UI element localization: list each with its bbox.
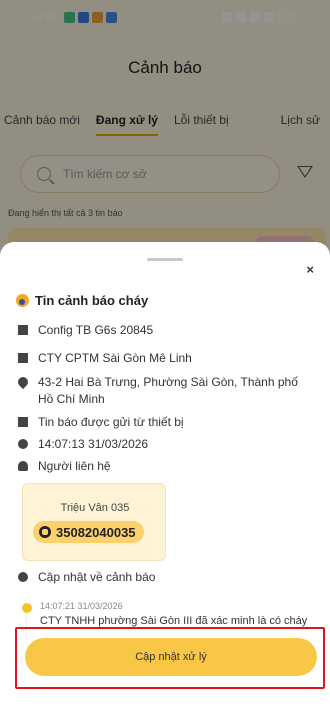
call-button[interactable]: 35082040035 <box>33 521 144 543</box>
close-icon[interactable]: × <box>306 262 314 277</box>
contact-name: Triệu Vân 035 <box>60 502 130 514</box>
device-name: Config TB G6s 20845 <box>38 323 154 337</box>
sheet-title-text: Tin cảnh báo cháy <box>35 293 149 308</box>
company-row: CTY CPTM Sài Gòn Mê Linh <box>18 350 308 367</box>
address-row: 43-2 Hai Bà Trưng, Phường Sài Gòn, Thành… <box>15 374 308 408</box>
address-text: 43-2 Hai Bà Trưng, Phường Sài Gòn, Thành… <box>38 375 298 406</box>
contact-label: Người liên hệ <box>38 459 111 473</box>
person-icon <box>18 461 28 471</box>
source-text: Tin báo được gửi từ thiết bị <box>38 415 184 429</box>
datetime-row: 14:07:13 31/03/2026 <box>18 436 308 453</box>
source-row: Tin báo được gửi từ thiết bị <box>18 414 308 431</box>
phone-icon <box>39 526 51 538</box>
device-icon <box>18 325 28 335</box>
update-processing-button[interactable]: Cập nhật xử lý <box>25 638 317 676</box>
updates-header-row: Cập nhật về cảnh báo <box>18 569 308 586</box>
fire-icon <box>16 294 29 307</box>
clock-icon <box>18 439 28 449</box>
update-time: 14:07:21 31/03/2026 <box>40 601 123 611</box>
clock-icon <box>18 572 28 582</box>
company-name: CTY CPTM Sài Gòn Mê Linh <box>38 351 192 365</box>
updates-label: Cập nhật về cảnh báo <box>38 570 156 584</box>
phone-number: 35082040035 <box>56 524 136 540</box>
timeline-dot <box>22 603 32 613</box>
message-icon <box>18 417 28 427</box>
contact-card: Triệu Vân 035 35082040035 <box>22 483 166 561</box>
sheet-title: Tin cảnh báo cháy <box>16 293 148 308</box>
drag-handle[interactable] <box>147 258 183 261</box>
alert-datetime: 14:07:13 31/03/2026 <box>38 437 149 451</box>
building-icon <box>18 353 28 363</box>
contact-row: Người liên hệ <box>18 458 308 475</box>
modal-overlay[interactable] <box>0 0 330 260</box>
device-row: Config TB G6s 20845 <box>18 322 308 339</box>
location-pin-icon <box>15 374 31 390</box>
